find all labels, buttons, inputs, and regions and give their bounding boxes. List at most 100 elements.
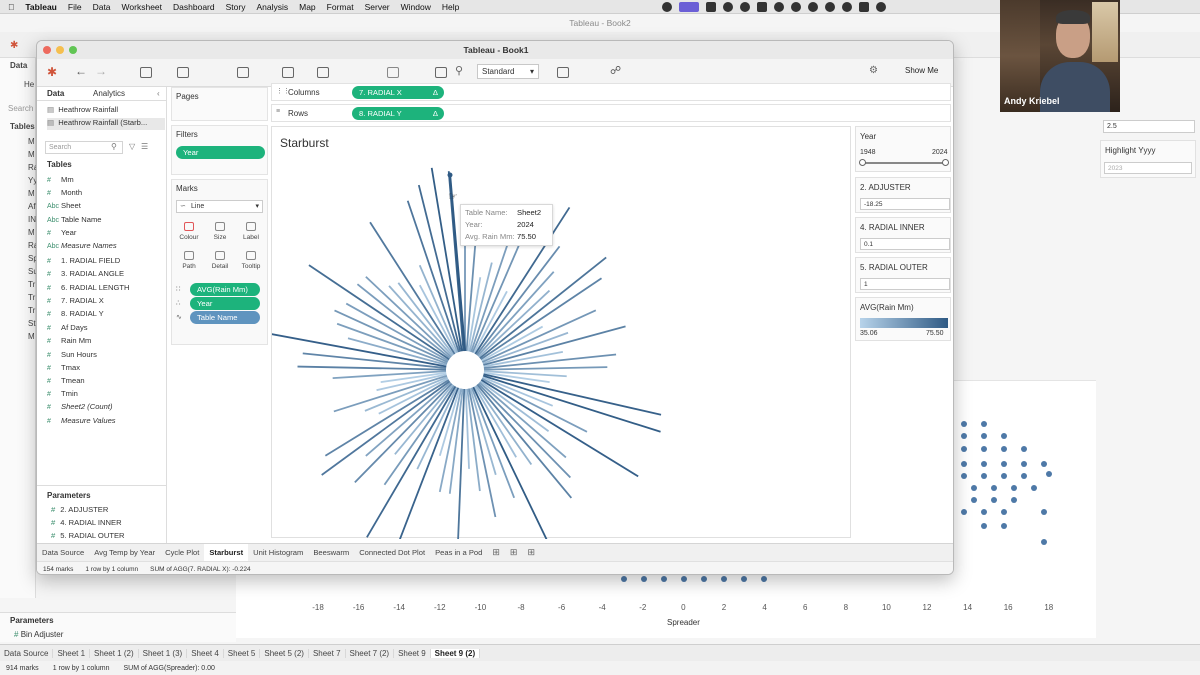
bg-field-item[interactable]: M xyxy=(28,150,35,159)
fit-select[interactable]: Standard ▾ xyxy=(477,64,539,79)
menu-item[interactable]: Data xyxy=(93,2,111,12)
year-slider-min-handle[interactable] xyxy=(859,159,866,166)
text-icon[interactable] xyxy=(435,67,447,78)
rows-pill[interactable]: 8. RADIAL Y Δ xyxy=(352,107,444,120)
status-icon[interactable] xyxy=(662,2,672,12)
starburst-ray[interactable] xyxy=(457,388,466,539)
menu-app-name[interactable]: Tableau xyxy=(25,2,57,12)
field-item[interactable]: Abc Table Name xyxy=(47,215,102,224)
bg-field-item[interactable]: Tr xyxy=(28,306,35,315)
scatter-point[interactable] xyxy=(1001,509,1007,515)
bg-sheet-tab[interactable]: Sheet 4 xyxy=(187,648,224,658)
minimize-window-button[interactable] xyxy=(56,46,64,54)
year-slider-max-handle[interactable] xyxy=(942,159,949,166)
adjuster-input[interactable]: -18.25 xyxy=(860,198,950,210)
marks-label-button[interactable]: Label xyxy=(237,218,265,244)
parameter-item[interactable]: #4. RADIAL INNER xyxy=(51,518,122,527)
field-item[interactable]: Abc Measure Names xyxy=(47,241,117,250)
scatter-point[interactable] xyxy=(961,421,967,427)
close-window-button[interactable] xyxy=(43,46,51,54)
field-item[interactable]: # Sun Hours xyxy=(47,350,97,359)
cloud-icon[interactable] xyxy=(791,2,801,12)
list-view-icon[interactable]: ☰ xyxy=(141,142,148,151)
scatter-point[interactable] xyxy=(701,576,707,582)
bg-sheet-tab[interactable]: Sheet 9 (2) xyxy=(430,648,481,658)
marks-colour-button[interactable]: Colour xyxy=(175,218,203,244)
starburst-ray[interactable] xyxy=(438,388,463,493)
bg-sheet-tab[interactable]: Sheet 7 xyxy=(309,648,346,658)
parameter-item[interactable]: #2. ADJUSTER xyxy=(51,505,108,514)
parameter-item[interactable]: #5. RADIAL OUTER xyxy=(51,531,125,540)
bg-sheet-tab[interactable]: Sheet 1 (3) xyxy=(139,648,188,658)
scatter-point[interactable] xyxy=(961,461,967,467)
scatter-point[interactable] xyxy=(981,446,987,452)
cloud-icon[interactable] xyxy=(774,2,784,12)
new-story-icon[interactable]: ⊞ xyxy=(522,547,540,558)
scatter-point[interactable] xyxy=(981,461,987,467)
radial-inner-input[interactable]: 0.1 xyxy=(860,238,950,250)
new-worksheet-icon[interactable]: ⊞ xyxy=(487,547,505,558)
dropbox-icon[interactable] xyxy=(706,2,716,12)
collapse-pane-icon[interactable]: ‹ xyxy=(157,89,160,98)
filter-icon[interactable]: ▽ xyxy=(129,142,135,151)
rows-shelf[interactable]: ≡ Rows 8. RADIAL Y Δ xyxy=(271,104,951,122)
starburst-ray[interactable] xyxy=(483,366,608,371)
field-item[interactable]: # Rain Mm xyxy=(47,336,91,345)
menu-item[interactable]: Window xyxy=(401,2,431,12)
sheet-tab[interactable]: Peas in a Pod xyxy=(430,548,487,557)
scatter-point[interactable] xyxy=(961,509,967,515)
columns-pill[interactable]: 7. RADIAL X Δ xyxy=(352,86,444,99)
scatter-point[interactable] xyxy=(1001,473,1007,479)
bg-param-value[interactable]: 2.5 xyxy=(1103,120,1195,133)
highlighted-point[interactable] xyxy=(447,172,453,178)
scatter-point[interactable] xyxy=(1041,509,1047,515)
marks-pill[interactable]: Year xyxy=(190,297,260,310)
bg-field-item[interactable]: Tr xyxy=(28,280,35,289)
scatter-point[interactable] xyxy=(1001,446,1007,452)
marks-size-button[interactable]: Size xyxy=(206,218,234,244)
field-item[interactable]: #3. RADIAL ANGLE xyxy=(47,269,124,278)
scatter-point[interactable] xyxy=(1011,485,1017,491)
marks-detail-button[interactable]: Detail xyxy=(206,247,234,273)
datasource-item[interactable]: ▤ Heathrow Rainfall xyxy=(47,105,165,117)
field-item[interactable]: # Year xyxy=(47,228,76,237)
viz-view[interactable]: Starburst ☞ Table Name: Sheet2 Year: 202… xyxy=(271,126,851,539)
sheet-tab[interactable]: Connected Dot Plot xyxy=(354,548,430,557)
menu-item[interactable]: Story xyxy=(226,2,246,12)
zoom-window-button[interactable] xyxy=(69,46,77,54)
marks-pill[interactable]: Table Name xyxy=(190,311,260,324)
bg-field-item[interactable]: M xyxy=(28,189,35,198)
bg-sheet-tab[interactable]: Data Source xyxy=(0,648,54,658)
marks-path-button[interactable]: Path xyxy=(175,247,203,273)
screen-share-icon[interactable] xyxy=(679,2,699,12)
scatter-point[interactable] xyxy=(981,473,987,479)
marks-tooltip-button[interactable]: Tooltip xyxy=(237,247,265,273)
show-me-icon[interactable]: ⚙ xyxy=(869,65,878,76)
field-item[interactable]: # Tmax xyxy=(47,363,80,372)
field-item[interactable]: # Sheet2 (Count) xyxy=(47,402,113,411)
scatter-point[interactable] xyxy=(1011,497,1017,503)
field-item[interactable]: # Measure Values xyxy=(47,416,116,425)
sheet-tab[interactable]: Data Source xyxy=(37,548,89,557)
field-item[interactable]: # Af Days xyxy=(47,323,88,332)
bg-field-item[interactable]: M xyxy=(28,228,35,237)
cat-icon[interactable] xyxy=(842,2,852,12)
field-item[interactable]: # Month xyxy=(47,188,82,197)
starburst-ray[interactable] xyxy=(476,384,573,499)
scatter-point[interactable] xyxy=(1021,473,1027,479)
field-item[interactable]: #6. RADIAL LENGTH xyxy=(47,283,130,292)
tab-data[interactable]: Data xyxy=(47,89,64,98)
filter-pill-year[interactable]: Year xyxy=(176,146,265,159)
wifi-icon[interactable] xyxy=(876,2,886,12)
menu-item[interactable]: Format xyxy=(327,2,354,12)
scatter-point[interactable] xyxy=(1001,461,1007,467)
scatter-point[interactable] xyxy=(1001,433,1007,439)
scatter-point[interactable] xyxy=(981,523,987,529)
bg-field-item[interactable]: Af xyxy=(28,202,36,211)
year-slider-track[interactable] xyxy=(862,162,946,164)
new-dashboard-icon[interactable]: ⊞ xyxy=(505,547,523,558)
sheet-tab[interactable]: Unit Histogram xyxy=(248,548,308,557)
menu-item[interactable]: Dashboard xyxy=(173,2,215,12)
bg-sheet-tab[interactable]: Sheet 1 (2) xyxy=(90,648,139,658)
bg-source[interactable]: He xyxy=(24,80,34,89)
